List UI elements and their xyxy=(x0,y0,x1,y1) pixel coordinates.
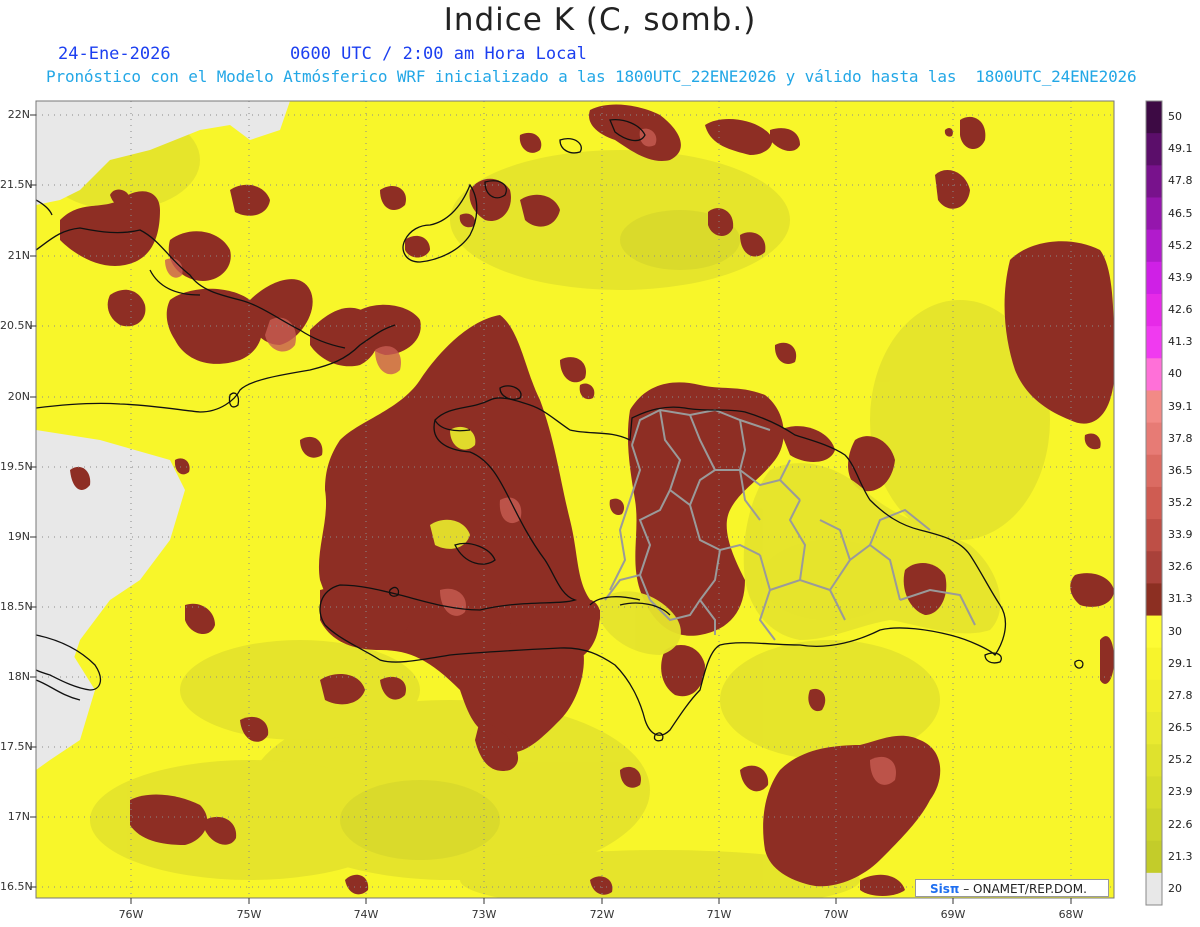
colorbar-label: 39.1 xyxy=(1168,399,1193,413)
lat-label: 22N xyxy=(7,108,30,121)
lon-label: 68W xyxy=(1058,908,1084,921)
colorbar-label: 35.2 xyxy=(1168,496,1193,509)
forecast-date: 24-Ene-2026 xyxy=(58,44,171,64)
colorbar-swatch xyxy=(1146,165,1162,198)
colorbar-label: 21.3 xyxy=(1168,849,1193,863)
colorbar-swatch xyxy=(1146,615,1162,649)
colorbar-swatch xyxy=(1146,422,1162,456)
colorbar-label: 25.2 xyxy=(1168,753,1193,767)
lon-label: 71W xyxy=(706,908,732,921)
colorbar-swatch xyxy=(1146,101,1162,134)
lat-label: 16.5N xyxy=(0,880,33,893)
colorbar-label: 49.1 xyxy=(1168,142,1193,156)
colorbar-label: 41.3 xyxy=(1168,335,1193,349)
lat-label: 21N xyxy=(7,249,30,262)
colorbar-swatch xyxy=(1146,326,1162,359)
colorbar xyxy=(1145,100,1163,906)
lat-label: 18N xyxy=(7,670,30,683)
colorbar-swatch xyxy=(1146,293,1162,327)
lon-label: 76W xyxy=(118,908,144,921)
lat-label: 21.5N xyxy=(0,178,33,191)
colorbar-swatch xyxy=(1146,454,1162,488)
colorbar-swatch xyxy=(1146,744,1162,777)
colorbar-label: 50 xyxy=(1168,110,1182,124)
colorbar-label: 40 xyxy=(1168,367,1182,381)
credit-box: Sisπ – ONAMET/REP.DOM. xyxy=(915,879,1109,897)
colorbar-label: 27.8 xyxy=(1168,688,1193,702)
colorbar-swatch xyxy=(1146,519,1162,552)
lat-label: 20.5N xyxy=(0,319,33,332)
model-description: Pronóstico con el Modelo Atmósferico WRF… xyxy=(46,67,1137,86)
credit-text: – ONAMET/REP.DOM. xyxy=(959,882,1087,896)
colorbar-swatch xyxy=(1146,647,1162,681)
colorbar-swatch xyxy=(1146,390,1162,424)
lon-label: 70W xyxy=(823,908,849,921)
colorbar-label: 29.1 xyxy=(1168,656,1193,670)
colorbar-swatch xyxy=(1146,551,1162,584)
forecast-time: 0600 UTC / 2:00 am Hora Local xyxy=(290,44,587,64)
colorbar-label: 32.6 xyxy=(1168,560,1193,574)
lat-label: 20N xyxy=(7,390,30,403)
forecast-date-line: 24-Ene-2026 0600 UTC / 2:00 am Hora Local xyxy=(58,44,587,64)
colorbar-swatch xyxy=(1146,261,1162,295)
lat-label: 17N xyxy=(7,810,30,823)
colorbar-swatch xyxy=(1146,679,1162,713)
colorbar-label: 36.5 xyxy=(1168,463,1193,477)
colorbar-label: 45.2 xyxy=(1168,238,1193,252)
lon-label: 72W xyxy=(589,908,615,921)
lat-label: 18.5N xyxy=(0,600,33,613)
sispi-logo: Sisπ xyxy=(930,882,960,896)
lon-label: 69W xyxy=(940,908,966,921)
lon-label: 75W xyxy=(236,908,262,921)
colorbar-label: 46.5 xyxy=(1168,206,1193,220)
colorbar-swatch xyxy=(1146,840,1162,874)
colorbar-swatch xyxy=(1146,229,1162,263)
colorbar-swatch xyxy=(1146,486,1162,520)
lat-label: 17.5N xyxy=(0,740,33,753)
colorbar-label: 26.5 xyxy=(1168,721,1193,735)
lat-label: 19N xyxy=(7,530,30,543)
lon-label: 74W xyxy=(353,908,379,921)
colorbar-label: 33.9 xyxy=(1168,528,1193,542)
colorbar-swatch xyxy=(1146,197,1162,231)
colorbar-label: 42.6 xyxy=(1168,303,1193,317)
colorbar-swatch xyxy=(1146,712,1162,745)
lat-label: 19.5N xyxy=(0,460,33,473)
colorbar-label: 47.8 xyxy=(1168,174,1193,188)
colorbar-swatch xyxy=(1146,583,1162,617)
colorbar-label: 20 xyxy=(1168,881,1182,895)
colorbar-label: 43.9 xyxy=(1168,270,1193,284)
colorbar-swatch xyxy=(1146,808,1162,842)
colorbar-swatch xyxy=(1146,358,1162,391)
colorbar-label: 31.3 xyxy=(1168,592,1193,606)
colorbar-label: 30 xyxy=(1168,624,1182,638)
colorbar-swatch xyxy=(1146,872,1162,906)
colorbar-label: 23.9 xyxy=(1168,785,1193,799)
colorbar-swatch xyxy=(1146,133,1162,166)
map-field xyxy=(36,101,1114,898)
colorbar-swatch xyxy=(1146,776,1162,810)
colorbar-label: 37.8 xyxy=(1168,431,1193,445)
colorbar-label: 22.6 xyxy=(1168,817,1193,831)
lon-label: 73W xyxy=(471,908,497,921)
map-title: Indice K (C, somb.) xyxy=(443,2,757,38)
forecast-map xyxy=(30,100,1163,906)
